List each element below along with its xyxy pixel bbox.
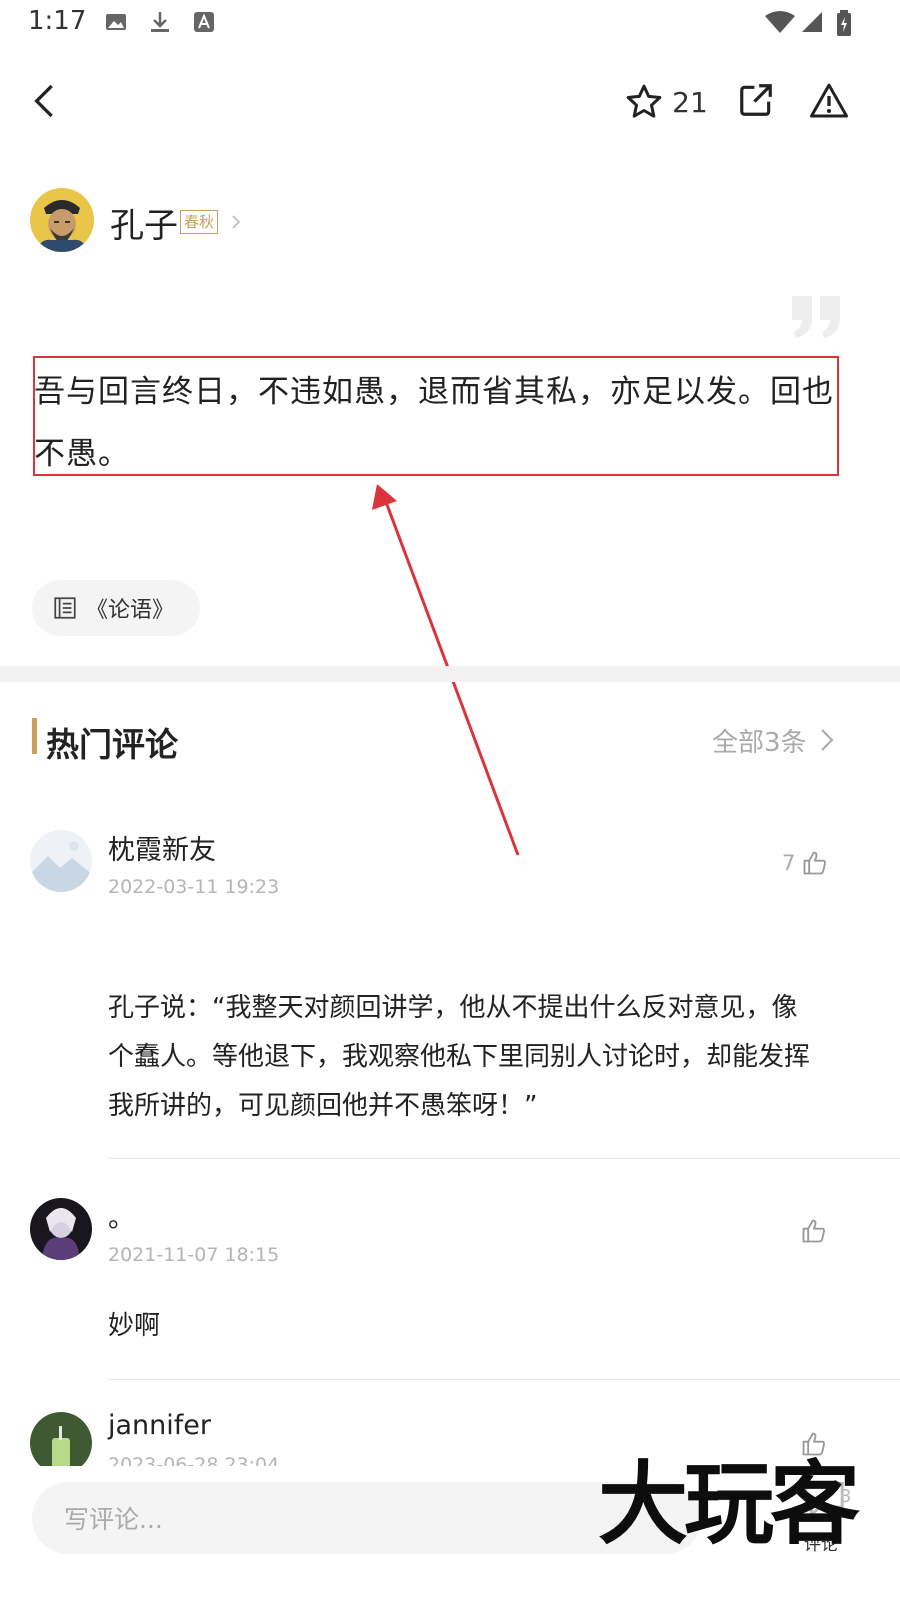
quote-mark-icon <box>792 296 840 338</box>
thumbs-up-icon <box>802 1219 825 1243</box>
favorite-button[interactable]: 21 <box>618 78 714 126</box>
comment-divider <box>108 1379 900 1380</box>
author-row[interactable]: 孔子 春秋 <box>30 188 290 252</box>
see-all-comments-link[interactable]: 全部3条 <box>712 720 852 760</box>
comment-text-line: 个蠢人。等他退下，我观察他私下里同别人讨论时，却能发挥 <box>108 1042 811 1072</box>
comment-time: 2023-06-28 23:04 <box>108 1454 280 1466</box>
share-icon <box>740 84 772 116</box>
commenter-name[interactable]: 枕霞新友 <box>108 828 216 867</box>
comment-divider <box>108 1158 900 1159</box>
app-notification-icon <box>192 10 216 34</box>
favorite-count: 21 <box>672 85 708 119</box>
dynasty-badge: 春秋 <box>180 210 219 234</box>
comment-time: 2021-11-07 18:15 <box>108 1244 280 1266</box>
battery-icon <box>836 10 852 36</box>
chevron-left-icon <box>34 84 53 118</box>
annotation-highlight-box <box>33 356 839 476</box>
book-icon <box>54 597 76 619</box>
thumbs-up-icon <box>803 851 827 875</box>
watermark-text: 大玩客 <box>598 1452 860 1557</box>
like-button[interactable] <box>800 1216 840 1246</box>
author-name: 孔子 <box>110 206 178 246</box>
comment-input-placeholder: 写评论... <box>64 1505 163 1534</box>
commenter-avatar[interactable] <box>30 830 92 892</box>
top-bar: 21 <box>0 60 900 144</box>
section-divider <box>0 666 900 682</box>
commenter-avatar[interactable] <box>30 1198 92 1260</box>
status-time: 1:17 <box>28 6 87 36</box>
like-count: 7 <box>782 851 796 875</box>
share-button[interactable] <box>734 78 778 122</box>
status-bar: 1:17 <box>0 0 900 50</box>
comment-text: 孔子说：“我整天对颜回讲学，他从不提出什么反对意见，像 个蠢人。等他退下，我观察… <box>108 984 868 1131</box>
source-chip[interactable]: 《论语》 <box>32 580 200 636</box>
commenter-name[interactable]: jannifer <box>108 1410 211 1441</box>
wifi-icon <box>764 10 796 34</box>
author-avatar <box>30 188 94 252</box>
comment-text: 妙啊 <box>108 1311 161 1341</box>
report-button[interactable] <box>806 78 852 124</box>
back-button[interactable] <box>22 78 68 124</box>
chevron-right-icon <box>820 729 833 751</box>
like-button[interactable]: 7 <box>782 848 842 878</box>
source-title: 《论语》 <box>86 598 175 623</box>
comment-time: 2022-03-11 19:23 <box>108 876 280 898</box>
chevron-right-icon <box>232 215 241 229</box>
commenter-avatar[interactable] <box>30 1412 92 1466</box>
comment-item: 。 2021-11-07 18:15 妙啊 <box>0 1196 900 1380</box>
comment-text-line: 我所讲的，可见颜回他并不愚笨呀！” <box>108 1091 538 1121</box>
warning-icon <box>810 83 848 118</box>
comment-item: 枕霞新友 2022-03-11 19:23 7 孔子说：“我整天对颜回讲学，他从… <box>0 828 900 1159</box>
see-all-label: 全部3条 <box>712 727 807 758</box>
download-notification-icon <box>148 10 172 34</box>
hot-comments-title: 热门评论 <box>46 725 178 764</box>
comment-text-line: 孔子说：“我整天对颜回讲学，他从不提出什么反对意见，像 <box>108 993 798 1023</box>
star-icon <box>626 84 662 118</box>
section-accent-bar <box>32 718 37 754</box>
cellular-signal-icon <box>800 10 824 34</box>
image-notification-icon <box>104 10 128 34</box>
commenter-name[interactable]: 。 <box>108 1196 135 1235</box>
